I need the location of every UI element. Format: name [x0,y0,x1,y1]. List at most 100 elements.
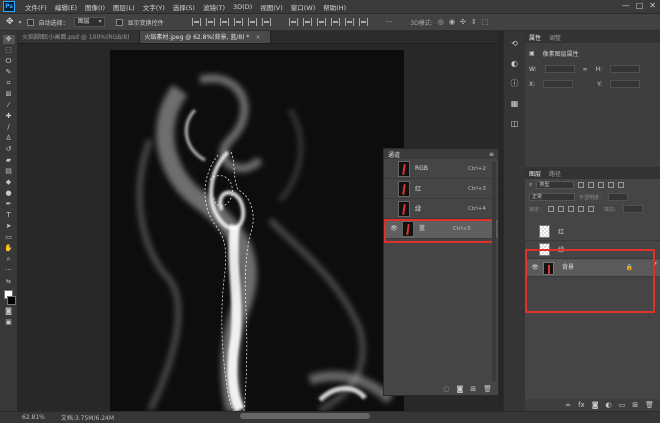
new-group-icon[interactable]: ▭ [619,401,626,409]
tool-preset-picker[interactable]: ▾ [19,19,22,26]
y-field[interactable] [610,80,641,88]
crop-tool-icon[interactable]: ⌗ [3,79,15,88]
lock-image-icon[interactable] [558,206,565,212]
auto-select-dropdown[interactable]: 图层 [73,17,105,27]
height-field[interactable] [610,65,641,73]
menu-file[interactable]: 文件(F) [21,2,51,12]
close-tab-icon[interactable]: × [255,34,260,41]
show-transform-checkbox[interactable] [115,18,123,26]
pixel-filter-icon[interactable] [578,182,585,188]
type-tool-icon[interactable]: T [3,211,15,220]
distribute-vcenter-icon[interactable] [302,18,312,26]
menu-image[interactable]: 图像(I) [81,2,109,12]
tab-paths[interactable]: 路径 [549,169,561,178]
history-panel-icon[interactable]: ⟲ [510,39,520,48]
more-options-icon[interactable]: ··· [386,18,393,26]
minimize-button[interactable]: — [622,1,630,10]
marquee-tool-icon[interactable]: ⬚ [3,46,15,55]
channel-row-green[interactable]: 绿 Ctrl+4 [384,199,498,219]
move-tool-icon[interactable]: ✥ [6,17,14,27]
lock-all-icon[interactable] [588,206,595,212]
panel-menu-icon[interactable]: ≡ [489,151,494,158]
horizontal-scrollbar[interactable] [240,413,370,419]
add-mask-icon[interactable]: ◙ [592,401,599,409]
distribute-right-icon[interactable] [358,18,368,26]
tab-adjustments[interactable]: 调整 [549,33,561,42]
gradient-tool-icon[interactable]: ▤ [3,167,15,176]
background-color-swatch[interactable] [7,296,16,305]
lock-artboard-icon[interactable] [578,206,585,212]
tab-document-1[interactable]: 火焰脚图(小画面.psd @ 100%(RGB/8) [18,31,141,43]
rectangle-tool-icon[interactable]: ▭ [3,233,15,242]
dodge-tool-icon[interactable]: ● [3,189,15,198]
align-horizontal-centers-icon[interactable] [205,18,215,26]
channel-row-red[interactable]: 红 Ctrl+3 [384,179,498,199]
brush-tool-icon[interactable]: ∕ [3,123,15,132]
align-vertical-centers-icon[interactable] [247,18,257,26]
distribute-top-icon[interactable] [288,18,298,26]
menu-select[interactable]: 选择(S) [169,2,199,12]
zoom-level[interactable]: 62.81% [22,414,45,421]
info-panel-icon[interactable]: ⓘ [510,79,520,88]
new-layer-icon[interactable]: ⊞ [632,401,638,409]
smoke-photo-canvas[interactable] [110,50,404,411]
3d-orbit-icon[interactable]: ◎ [438,18,444,26]
3d-scale-icon[interactable]: ⬚ [482,18,489,26]
align-right-edges-icon[interactable] [219,18,229,26]
delete-channel-icon[interactable]: 🗑 [483,385,492,393]
healing-brush-tool-icon[interactable]: ✚ [3,112,15,121]
quick-select-tool-icon[interactable]: ✎ [3,68,15,77]
fill-field[interactable] [623,205,644,213]
tab-document-2[interactable]: 火焰素材.jpeg @ 62.8%(背景, 蓝/8) * × [140,31,272,43]
maximize-button[interactable]: □ [636,1,644,10]
new-adjustment-icon[interactable]: ◐ [606,401,612,409]
link-layers-icon[interactable]: ∞ [565,401,571,409]
menu-3d[interactable]: 3D(D) [229,3,256,11]
lock-transparent-icon[interactable] [548,206,555,212]
eyedropper-tool-icon[interactable]: ⁄ [3,101,15,110]
tab-properties[interactable]: 属性 [529,33,541,42]
quick-mask-icon[interactable]: ◙ [3,307,15,316]
align-bottom-edges-icon[interactable] [261,18,271,26]
adjustment-filter-icon[interactable] [588,182,595,188]
tab-layers[interactable]: 图层 [529,169,541,178]
blend-mode-dropdown[interactable]: 正常 [529,193,575,201]
move-tool-icon[interactable]: ✥ [2,35,15,44]
distribute-bottom-icon[interactable] [316,18,326,26]
zoom-tool-icon[interactable]: ⌕ [3,255,15,264]
delete-layer-icon[interactable]: 🗑 [645,401,654,409]
menu-view[interactable]: 视图(V) [256,2,287,12]
menu-filter[interactable]: 滤镜(T) [199,2,229,12]
3d-roll-icon[interactable]: ◉ [449,18,455,26]
blur-tool-icon[interactable]: ◆ [3,178,15,187]
pen-tool-icon[interactable]: ✒ [3,200,15,209]
distribute-left-icon[interactable] [330,18,340,26]
auto-select-checkbox[interactable] [26,18,34,26]
menu-help[interactable]: 帮助(H) [319,2,350,12]
channel-row-rgb[interactable]: RGB Ctrl+2 [384,159,498,179]
history-brush-tool-icon[interactable]: ↺ [3,145,15,154]
path-select-tool-icon[interactable]: ➤ [3,222,15,231]
distribute-hcenter-icon[interactable] [344,18,354,26]
lasso-tool-icon[interactable]: ⵔ [3,57,15,66]
lock-position-icon[interactable] [568,206,575,212]
menu-window[interactable]: 窗口(W) [287,2,320,12]
menu-edit[interactable]: 编辑(E) [51,2,81,12]
hand-tool-icon[interactable]: ✋ [3,244,15,253]
close-window-button[interactable]: ✕ [649,1,656,10]
link-icon[interactable]: ∞ [583,66,588,73]
x-field[interactable] [543,80,574,88]
layer-row-red[interactable]: 红 [525,223,660,241]
layer-kind-filter[interactable]: 类型 [536,181,575,189]
3d-drag-icon[interactable]: ✣ [460,18,466,26]
smart-object-filter-icon[interactable] [618,182,625,188]
save-selection-icon[interactable]: ◙ [456,385,463,393]
shape-filter-icon[interactable] [608,182,615,188]
load-selection-icon[interactable]: ◌ [443,385,449,393]
channels-panel-icon[interactable]: ◫ [510,119,520,128]
align-top-edges-icon[interactable] [233,18,243,26]
eraser-tool-icon[interactable]: ▰ [3,156,15,165]
swap-colors-icon[interactable]: ⇆ [3,277,15,286]
3d-slide-icon[interactable]: ⇕ [471,18,477,26]
screen-mode-icon[interactable]: ▣ [3,318,15,327]
